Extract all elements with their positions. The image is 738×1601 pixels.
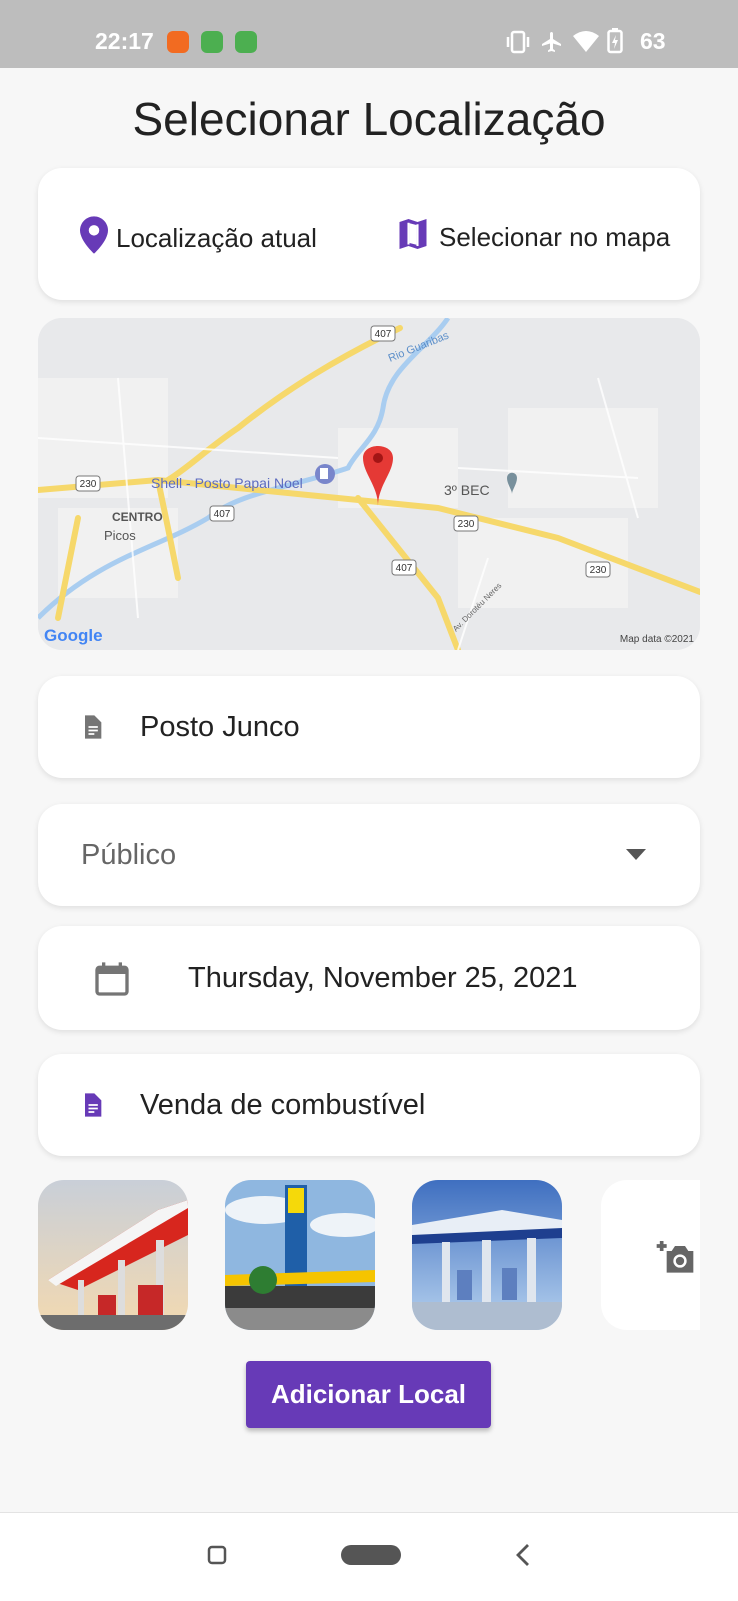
app-notification-icon (201, 31, 223, 53)
airplane-icon (540, 29, 564, 60)
add-photo-button[interactable] (601, 1180, 700, 1330)
map-shield: 407 (214, 509, 231, 520)
recents-icon[interactable] (207, 1545, 227, 1570)
name-field[interactable]: Posto Junco (38, 676, 700, 778)
map-shield: 407 (396, 563, 413, 574)
battery-level: 63 (640, 28, 666, 54)
calendar-icon (92, 958, 132, 1005)
map-canvas: 407 230 407 230 407 230 Shell - Posto Pa… (38, 318, 700, 650)
map-shield: 230 (458, 519, 475, 530)
location-options-card: Localização atual Selecionar no mapa (38, 168, 700, 300)
gas-station-photo-1[interactable] (38, 1180, 188, 1330)
name-input[interactable]: Posto Junco (140, 711, 300, 744)
wifi-icon (572, 30, 600, 59)
location-pin-icon (80, 216, 108, 261)
description-field[interactable]: Venda de combustível (38, 1054, 700, 1156)
description-input[interactable]: Venda de combustível (140, 1089, 425, 1122)
app-notification-icon-2 (235, 31, 257, 53)
document-icon (78, 712, 106, 747)
dropdown-arrow-icon (626, 848, 646, 866)
map-poi-label: Shell - Posto Papai Noel (151, 475, 303, 491)
status-time: 22:17 (95, 28, 154, 54)
add-location-button[interactable]: Adicionar Local (246, 1361, 491, 1428)
map-area-label: CENTRO (112, 510, 163, 524)
gas-station-photo-2[interactable] (225, 1180, 375, 1330)
page-title: Selecionar Localização (132, 93, 606, 145)
date-input[interactable]: Thursday, November 25, 2021 (188, 962, 578, 995)
map-view[interactable]: 407 230 407 230 407 230 Shell - Posto Pa… (38, 318, 700, 650)
add-a-photo-icon (653, 1236, 697, 1281)
home-pill-icon[interactable] (341, 1545, 401, 1570)
map-shield: 230 (590, 565, 607, 576)
select-on-map-option[interactable]: Selecionar no mapa (395, 216, 670, 259)
system-navigation-bar (0, 1512, 738, 1601)
current-location-label: Localização atual (116, 223, 317, 253)
map-attribution: Map data ©2021 (620, 634, 695, 645)
map-area-label: Picos (104, 528, 136, 543)
date-field[interactable]: Thursday, November 25, 2021 (38, 926, 700, 1030)
description-icon (78, 1090, 106, 1125)
visibility-select[interactable]: Público (81, 839, 176, 872)
select-on-map-label: Selecionar no mapa (439, 222, 671, 252)
vibrate-icon (505, 30, 531, 59)
back-icon[interactable] (515, 1543, 531, 1572)
map-poi-label: 3º BEC (444, 482, 490, 498)
current-location-option[interactable]: Localização atual (80, 216, 317, 261)
google-logo: Google (44, 626, 103, 645)
map-shield: 230 (80, 479, 97, 490)
battery-icon (607, 28, 623, 59)
status-bar: 22:17 63 (0, 0, 738, 68)
mi-app-icon (167, 31, 189, 53)
visibility-dropdown[interactable]: Público (38, 804, 700, 906)
map-icon (395, 216, 431, 259)
gas-station-photo-3[interactable] (412, 1180, 562, 1330)
map-shield: 407 (375, 329, 392, 340)
